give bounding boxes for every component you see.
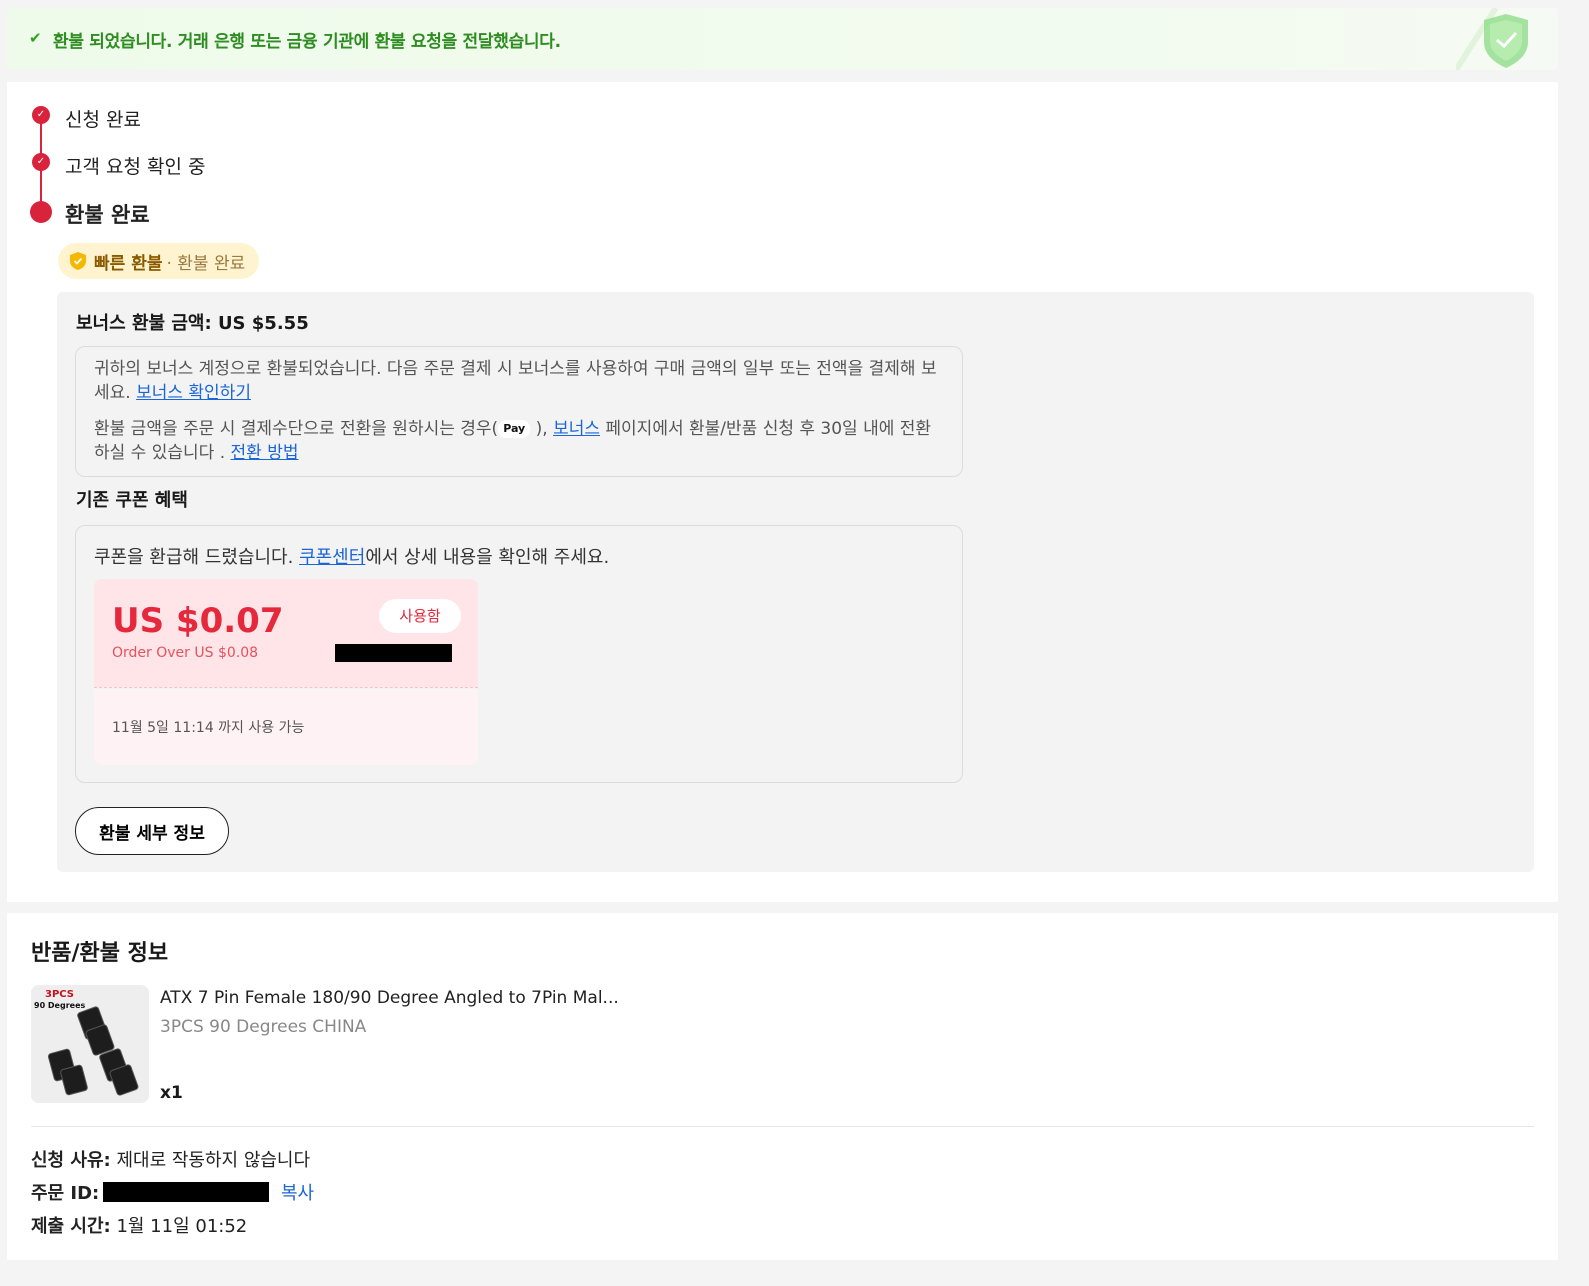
coupon-intro-post: 에서 상세 내용을 확인해 주세요.: [365, 547, 610, 568]
submit-time-label: 제출 시간:: [31, 1216, 111, 1237]
step-label: 고객 요청 확인 중: [65, 156, 206, 178]
step-label: 신청 완료: [65, 109, 141, 131]
coupon-status-badge: 사용함: [379, 599, 461, 633]
coupon-condition: Order Over US $0.08: [112, 645, 259, 661]
convert-text-pre: 환불 금액을 주문 시 결제수단으로 전환을 원하시는 경우(: [94, 419, 499, 439]
bonus-amount: US $5.55: [217, 313, 309, 334]
product-variant: 3PCS 90 Degrees CHINA: [160, 1017, 367, 1037]
thumb-text-2: 90 Degrees: [34, 1001, 86, 1010]
product-image: 3PCS 90 Degrees: [34, 989, 139, 1096]
product-thumbnail[interactable]: 3PCS 90 Degrees: [31, 985, 149, 1103]
return-info-title: 반품/환불 정보: [31, 941, 169, 966]
apple-pay-icon: Pay: [498, 420, 531, 438]
redacted-order-id: [103, 1182, 270, 1202]
reason-value: 제대로 작동하지 않습니다: [116, 1150, 311, 1171]
banner-message: 환불 되었습니다. 거래 은행 또는 금융 기관에 환불 요청을 전달했습니다.: [53, 32, 561, 52]
coupon-intro-pre: 쿠폰을 환급해 드렸습니다.: [94, 547, 294, 568]
submit-time-value: 1월 11일 01:52: [116, 1216, 248, 1237]
refund-status-card: ✓ 신청 완료 ✓ 고객 요청 확인 중 환불 완료 빠른 환불 · 환불 완료…: [7, 82, 1558, 902]
coupon-intro: 쿠폰을 환급해 드렸습니다. 쿠폰센터에서 상세 내용을 확인해 주세요.: [94, 543, 609, 569]
step-current-icon: [30, 201, 52, 223]
step-done-icon: ✓: [32, 106, 50, 124]
copy-order-id-button[interactable]: 복사: [281, 1183, 314, 1204]
conversion-method-link[interactable]: 전환 방법: [231, 443, 299, 463]
order-id-label: 주문 ID:: [31, 1183, 100, 1204]
fast-refund-badge: 빠른 환불 · 환불 완료: [58, 243, 260, 279]
coupon-center-link[interactable]: 쿠폰센터: [299, 547, 365, 568]
apple-pay-label: Pay: [503, 422, 526, 435]
shield-check-icon: [1456, 8, 1528, 70]
bonus-info-text: 귀하의 보너스 계정으로 환불되었습니다. 다음 주문 결제 시 보너스를 사용…: [94, 357, 944, 405]
bonus-label: 보너스 환불 금액:: [76, 313, 212, 334]
coupon-valid-until: 11월 5일 11:14 까지 사용 가능: [112, 720, 305, 736]
bonus-convert-text: 환불 금액을 주문 시 결제수단으로 전환을 원하시는 경우( Pay ), 보…: [94, 417, 944, 465]
product-quantity: x1: [160, 1083, 183, 1103]
check-bonus-link[interactable]: 보너스 확인하기: [136, 383, 251, 403]
bonus-info-box: 귀하의 보너스 계정으로 환불되었습니다. 다음 주문 결제 시 보너스를 사용…: [75, 346, 963, 477]
coupon-divider: [94, 687, 478, 688]
success-banner: ✔ 환불 되었습니다. 거래 은행 또는 금융 기관에 환불 요청을 전달했습니…: [7, 8, 1558, 70]
bonus-page-link[interactable]: 보너스: [553, 419, 600, 439]
redacted-coupon-code: [335, 644, 452, 662]
refund-detail-panel: 보너스 환불 금액: US $5.55 귀하의 보너스 계정으로 환불되었습니다…: [57, 292, 1534, 872]
thumb-text-1: 3PCS: [45, 989, 74, 1000]
fast-refund-status: · 환불 완료: [166, 253, 246, 274]
refund-details-button[interactable]: 환불 세부 정보: [75, 807, 229, 855]
coupon-section-title: 기존 쿠폰 혜택: [76, 490, 188, 511]
bonus-title: 보너스 환불 금액: US $5.55: [76, 309, 309, 335]
convert-text-mid: ),: [535, 419, 548, 439]
product-name[interactable]: ATX 7 Pin Female 180/90 Degree Angled to…: [160, 988, 619, 1008]
submit-time-row: 제출 시간: 1월 11일 01:52: [31, 1212, 247, 1238]
order-id-row: 주문 ID: 복사: [31, 1179, 314, 1205]
divider: [31, 1126, 1534, 1127]
shield-icon: [70, 252, 86, 270]
fast-refund-title: 빠른 환불: [94, 253, 163, 274]
step-done-icon: ✓: [32, 153, 50, 171]
check-icon: ✔: [29, 29, 42, 47]
coupon-info-box: 쿠폰을 환급해 드렸습니다. 쿠폰센터에서 상세 내용을 확인해 주세요. US…: [75, 525, 963, 783]
coupon-card: US $0.07 Order Over US $0.08 사용함 11월 5일 …: [94, 579, 478, 765]
reason-label: 신청 사유:: [31, 1150, 111, 1171]
coupon-amount: US $0.07: [112, 601, 284, 641]
reason-row: 신청 사유: 제대로 작동하지 않습니다: [31, 1146, 310, 1172]
return-info-card: 반품/환불 정보 3PCS 90 Degrees ATX 7 Pin Femal…: [7, 913, 1558, 1260]
step-label-current: 환불 완료: [65, 203, 150, 227]
